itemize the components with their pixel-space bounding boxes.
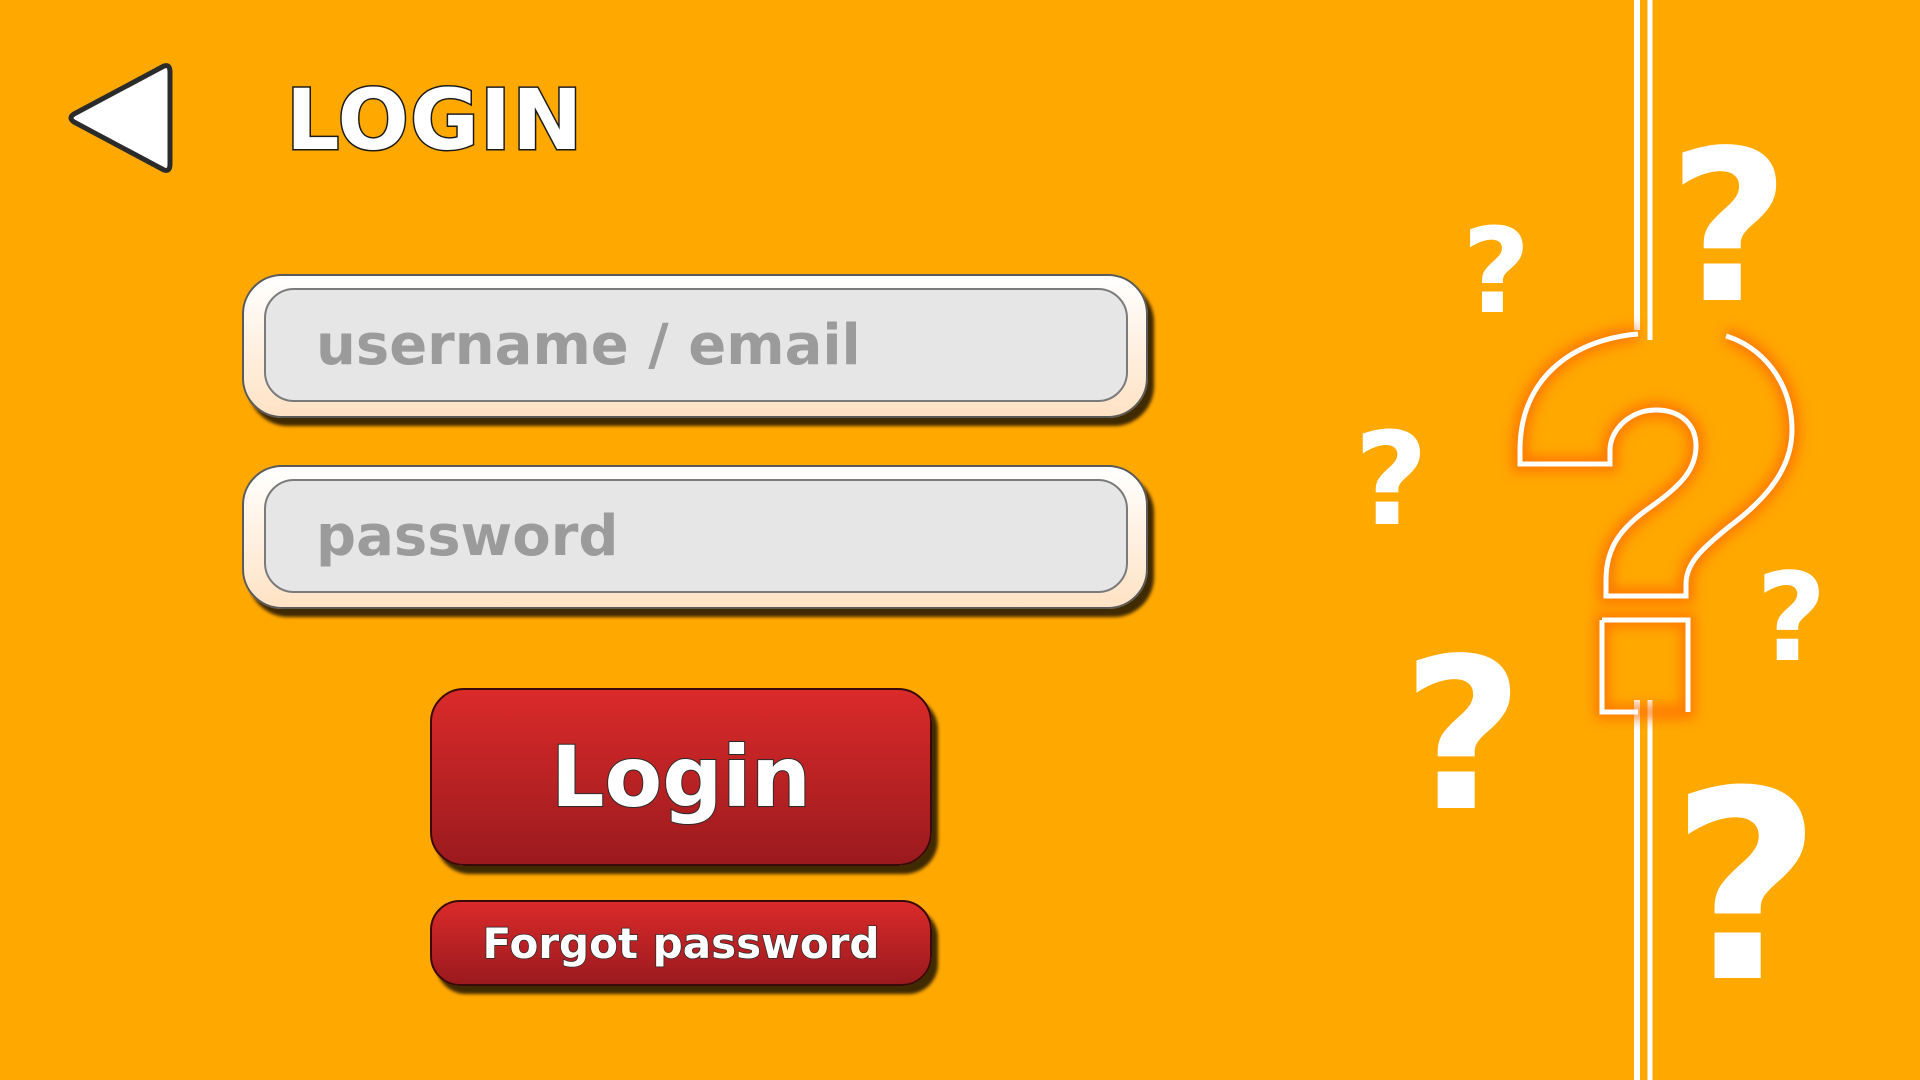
- question-mark-icon: ?: [1354, 406, 1428, 555]
- divider-line: [1630, 0, 1653, 1080]
- question-mark-icon: ?: [1670, 735, 1822, 1040]
- login-button[interactable]: Login: [430, 688, 932, 866]
- password-input[interactable]: [266, 481, 1126, 591]
- question-mark-icon: ?: [1668, 105, 1790, 350]
- back-arrow-icon: [68, 63, 173, 173]
- back-button[interactable]: [64, 60, 176, 176]
- outlined-question-mark-icon: [1512, 326, 1801, 719]
- password-field-box: [264, 479, 1128, 593]
- question-mark-icon: ?: [1462, 202, 1530, 340]
- page-title: LOGIN: [284, 70, 584, 171]
- forgot-password-label: Forgot password: [482, 918, 881, 969]
- question-mark-icon: ?: [1402, 613, 1524, 858]
- forgot-password-button[interactable]: Forgot password: [430, 900, 932, 986]
- username-input[interactable]: [266, 290, 1126, 400]
- username-field-frame: [242, 274, 1148, 418]
- password-field-frame: [242, 465, 1148, 609]
- login-button-label: Login: [550, 727, 812, 827]
- question-marks-decoration: ? ? ? ? ? ?: [1354, 0, 1827, 1080]
- question-mark-icon: ?: [1756, 547, 1827, 689]
- username-field-box: [264, 288, 1128, 402]
